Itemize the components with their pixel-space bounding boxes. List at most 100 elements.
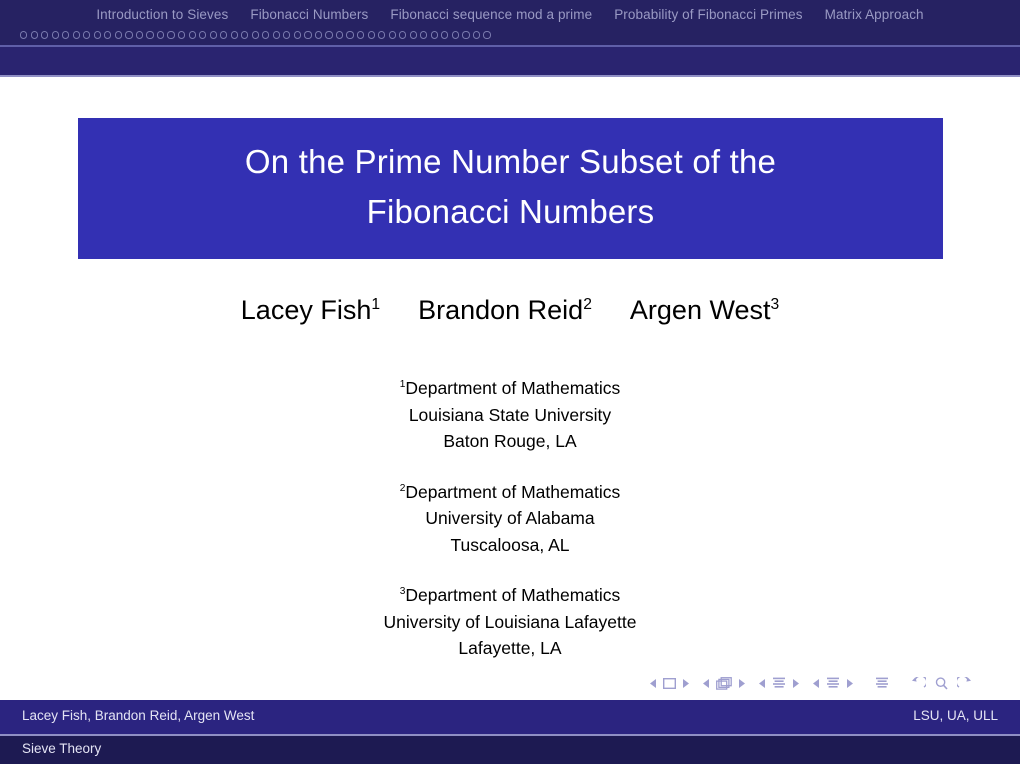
slide-nav-dot[interactable] <box>420 31 428 39</box>
find-icon[interactable] <box>935 676 948 690</box>
slide-nav-dot[interactable] <box>230 31 238 39</box>
slide-nav-dot[interactable] <box>93 31 101 39</box>
slide-nav-dot[interactable] <box>167 31 175 39</box>
affiliation-3-department-text: Department of Mathematics <box>405 585 621 605</box>
slide-content-area: On the Prime Number Subset of the Fibona… <box>0 77 1020 700</box>
next-slide-icon[interactable] <box>682 678 689 688</box>
affiliation-list: 1Department of Mathematics Louisiana Sta… <box>0 375 1020 662</box>
slide-nav-dot[interactable] <box>51 31 59 39</box>
subsection-icon[interactable] <box>772 677 786 690</box>
presentation-icon[interactable] <box>875 677 889 690</box>
slide-nav-dot[interactable] <box>399 31 407 39</box>
slide-nav-dot[interactable] <box>367 31 375 39</box>
footer-subtitle-bar: Sieve Theory <box>0 736 1020 764</box>
footer-bar: Lacey Fish, Brandon Reid, Argen West LSU… <box>0 700 1020 734</box>
beamer-navigation-symbols <box>650 672 1002 694</box>
slide-nav-dot[interactable] <box>346 31 354 39</box>
author-1-name: Lacey Fish <box>240 295 372 325</box>
nav-section-fibonacci-sequence-mod-a-prime[interactable]: Fibonacci sequence mod a prime <box>390 7 592 22</box>
frame-nav-group <box>703 676 745 690</box>
slide-nav-group <box>650 677 689 689</box>
slide-nav-dot[interactable] <box>62 31 70 39</box>
slide-nav-dot[interactable] <box>20 31 28 39</box>
slide-nav-dot[interactable] <box>378 31 386 39</box>
forward-icon[interactable] <box>957 676 972 690</box>
back-icon[interactable] <box>911 676 926 690</box>
affiliation-3: 3Department of Mathematics University of… <box>0 582 1020 662</box>
slide-nav-dot[interactable] <box>325 31 333 39</box>
slide-nav-dot[interactable] <box>146 31 154 39</box>
nav-section-matrix-approach[interactable]: Matrix Approach <box>825 7 924 22</box>
slide-nav-dot[interactable] <box>472 31 481 39</box>
slide-nav-dot[interactable] <box>462 31 470 39</box>
slide-nav-dot[interactable] <box>220 31 228 39</box>
slide-nav-dot[interactable] <box>430 31 438 39</box>
slide-nav-dot[interactable] <box>293 31 301 39</box>
nav-section-introduction-to-sieves[interactable]: Introduction to Sieves <box>96 7 228 22</box>
slide-nav-dot[interactable] <box>209 31 217 39</box>
affiliation-1-location: Baton Rouge, LA <box>443 431 577 451</box>
slide-nav-dot[interactable] <box>262 31 270 39</box>
author-3: Argen West3 <box>630 295 779 326</box>
slide-nav-dot[interactable] <box>104 31 112 39</box>
next-subsection-icon[interactable] <box>792 678 799 688</box>
affiliation-3-department: 3Department of Mathematics <box>0 582 1020 609</box>
frame-icon[interactable] <box>716 676 732 690</box>
prev-slide-icon[interactable] <box>650 678 657 688</box>
slide-nav-dot[interactable] <box>188 31 196 39</box>
presentation-nav-group <box>875 677 889 690</box>
author-2-name: Brandon Reid <box>418 295 584 325</box>
author-1-affiliation-mark: 1 <box>371 296 381 313</box>
affiliation-1-department-text: Department of Mathematics <box>405 378 621 398</box>
affiliation-2-department-text: Department of Mathematics <box>405 481 621 502</box>
slide-nav-dot[interactable] <box>314 31 323 39</box>
nav-section-probability-of-fibonacci-primes[interactable]: Probability of Fibonacci Primes <box>614 7 802 22</box>
slide-nav-dot[interactable] <box>177 31 186 39</box>
slide-nav-dot[interactable] <box>483 31 491 39</box>
author-3-name: Argen West <box>629 295 771 325</box>
author-3-affiliation-mark: 3 <box>770 296 780 313</box>
slide-nav-dot[interactable] <box>441 31 449 39</box>
slide-nav-dot[interactable] <box>283 31 291 39</box>
next-section-icon[interactable] <box>846 678 853 688</box>
slide-nav-dot[interactable] <box>241 31 249 39</box>
slide-nav-dot[interactable] <box>135 31 144 39</box>
slide-nav-dot[interactable] <box>114 31 122 39</box>
prev-frame-icon[interactable] <box>703 678 710 688</box>
slide-nav-dot[interactable] <box>72 31 80 39</box>
footer-subtitle: Sieve Theory <box>22 741 102 756</box>
prev-subsection-icon[interactable] <box>759 678 766 688</box>
slide-navigation-dots <box>20 28 491 42</box>
nav-section-fibonacci-numbers[interactable]: Fibonacci Numbers <box>250 7 368 22</box>
slide-nav-dot[interactable] <box>156 31 165 39</box>
subsection-nav-group <box>759 677 799 690</box>
presentation-title-block: On the Prime Number Subset of the Fibona… <box>78 118 943 259</box>
slide-nav-dot[interactable] <box>357 31 365 39</box>
navigation-header-bar: Introduction to Sieves Fibonacci Numbers… <box>0 0 1020 45</box>
affiliation-2-department: 2Department of Mathematics <box>0 479 1020 506</box>
affiliation-2-location: Tuscaloosa, AL <box>450 534 570 555</box>
footer-institutions: LSU, UA, ULL <box>913 708 998 723</box>
slide-nav-dot[interactable] <box>30 31 38 39</box>
affiliation-2-institution: University of Alabama <box>425 508 595 528</box>
next-frame-icon[interactable] <box>738 678 745 688</box>
slide-icon[interactable] <box>663 677 676 689</box>
slide-nav-dot[interactable] <box>272 31 280 39</box>
affiliation-1-institution: Louisiana State University <box>408 404 612 425</box>
slide-nav-dot[interactable] <box>451 31 459 39</box>
title-line-2: Fibonacci Numbers <box>366 193 655 230</box>
section-icon[interactable] <box>826 677 840 690</box>
slide-nav-dot[interactable] <box>251 31 259 39</box>
section-navigation: Introduction to Sieves Fibonacci Numbers… <box>0 3 1020 25</box>
affiliation-3-location: Lafayette, LA <box>458 638 562 658</box>
affiliation-2: 2Department of Mathematics University of… <box>0 479 1020 559</box>
slide-nav-dot[interactable] <box>335 31 344 39</box>
slide-nav-dot[interactable] <box>83 31 91 39</box>
prev-section-icon[interactable] <box>813 678 820 688</box>
slide-nav-dot[interactable] <box>41 31 49 39</box>
slide-nav-dot[interactable] <box>125 31 133 39</box>
slide-nav-dot[interactable] <box>199 31 207 39</box>
slide-nav-dot[interactable] <box>388 31 396 39</box>
slide-nav-dot[interactable] <box>409 31 417 39</box>
slide-nav-dot[interactable] <box>304 31 312 39</box>
